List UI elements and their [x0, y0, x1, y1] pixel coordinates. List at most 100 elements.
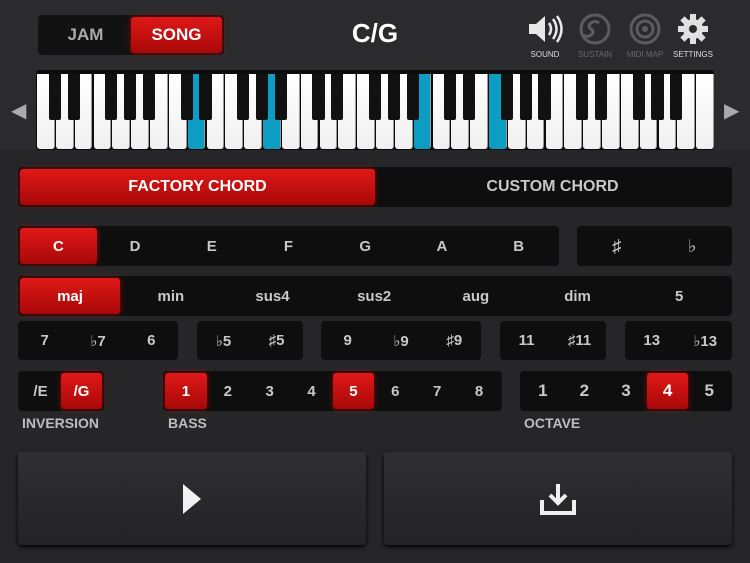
flat-button[interactable]: ♭ [655, 228, 731, 264]
song-tab[interactable]: SONG [131, 17, 222, 53]
black-key[interactable] [274, 74, 287, 120]
root-note-selector: C D E F G A B [18, 226, 559, 266]
black-key[interactable] [331, 74, 344, 120]
ext-9[interactable]: 9 [321, 321, 374, 360]
black-key[interactable] [105, 74, 118, 120]
save-chord-button[interactable] [384, 452, 732, 545]
mode-switch: JAM SONG [38, 15, 224, 55]
black-key[interactable] [124, 74, 137, 120]
chord-title: C/G [351, 18, 399, 48]
bass-5[interactable]: 5 [332, 373, 375, 409]
quality-maj[interactable]: maj [20, 278, 120, 314]
quality-5[interactable]: 5 [628, 278, 730, 314]
black-key[interactable] [519, 74, 532, 120]
sharp-button[interactable]: ♯ [579, 228, 655, 264]
custom-chord-tab[interactable]: CUSTOM CHORD [375, 169, 730, 205]
settings-button[interactable]: SETTINGS [663, 12, 723, 59]
ext-sharp5[interactable]: ♯5 [250, 321, 303, 360]
root-d[interactable]: D [97, 228, 174, 264]
root-e[interactable]: E [173, 228, 250, 264]
white-key[interactable] [696, 74, 714, 149]
black-key[interactable] [632, 74, 645, 120]
download-tray-icon [540, 483, 576, 515]
ext-11[interactable]: 11 [500, 321, 553, 360]
ext-flat13[interactable]: ♭13 [679, 321, 733, 360]
inversion-label: INVERSION [22, 415, 100, 431]
piano-keyboard[interactable] [36, 70, 714, 150]
extension-group-5: ♭5 ♯5 [197, 321, 303, 360]
black-key[interactable] [670, 74, 683, 120]
accidental-selector: ♯ ♭ [577, 226, 732, 266]
black-key[interactable] [594, 74, 608, 120]
black-key[interactable] [312, 74, 325, 120]
ext-13[interactable]: 13 [625, 321, 679, 360]
black-key[interactable] [142, 74, 156, 120]
black-key[interactable] [444, 74, 457, 120]
quality-sus4[interactable]: sus4 [222, 278, 324, 314]
root-a[interactable]: A [404, 228, 481, 264]
octave-4[interactable]: 4 [646, 373, 689, 409]
octave-1[interactable]: 1 [522, 373, 564, 409]
quality-dim[interactable]: dim [527, 278, 629, 314]
bass-1[interactable]: 1 [165, 373, 207, 409]
ext-7[interactable]: 7 [18, 321, 71, 360]
black-key[interactable] [406, 74, 419, 120]
black-key[interactable] [180, 74, 193, 120]
black-key[interactable] [500, 74, 513, 120]
factory-chord-tab[interactable]: FACTORY CHORD [20, 169, 375, 205]
quality-min[interactable]: min [120, 278, 222, 314]
root-b[interactable]: B [480, 228, 557, 264]
octave-2[interactable]: 2 [564, 373, 606, 409]
inversion-g[interactable]: /G [61, 373, 102, 409]
quality-aug[interactable]: aug [425, 278, 527, 314]
chevron-right-icon[interactable]: ▶ [724, 98, 739, 123]
extension-group-7: 7 ♭7 6 [18, 321, 178, 360]
black-key[interactable] [463, 74, 476, 120]
bass-2[interactable]: 2 [207, 373, 249, 409]
black-key[interactable] [387, 74, 400, 120]
inversion-e[interactable]: /E [20, 373, 61, 409]
black-key[interactable] [538, 74, 551, 120]
play-icon [183, 483, 201, 514]
black-key[interactable] [237, 74, 250, 120]
quality-sus2[interactable]: sus2 [323, 278, 425, 314]
chord-source-switch: FACTORY CHORD CUSTOM CHORD [18, 167, 732, 207]
black-key[interactable] [67, 74, 80, 120]
root-c[interactable]: C [20, 228, 97, 264]
bass-selector: 1 2 3 4 5 6 7 8 [163, 371, 502, 411]
extension-group-11: 11 ♯11 [500, 321, 606, 360]
octave-3[interactable]: 3 [605, 373, 647, 409]
root-f[interactable]: F [250, 228, 327, 264]
bass-4[interactable]: 4 [291, 373, 333, 409]
ext-flat7[interactable]: ♭7 [71, 321, 124, 360]
inversion-selector: /E /G [18, 371, 104, 411]
root-g[interactable]: G [327, 228, 404, 264]
black-key[interactable] [651, 74, 664, 120]
octave-label: OCTAVE [524, 415, 581, 431]
octave-5[interactable]: 5 [688, 373, 730, 409]
ext-sharp9[interactable]: ♯9 [428, 321, 481, 360]
bass-8[interactable]: 8 [458, 373, 500, 409]
black-key[interactable] [576, 74, 589, 120]
extension-group-13: 13 ♭13 [625, 321, 732, 360]
ext-6[interactable]: 6 [125, 321, 178, 360]
chevron-left-icon[interactable]: ◀ [11, 98, 26, 123]
bass-7[interactable]: 7 [416, 373, 458, 409]
ext-sharp11[interactable]: ♯11 [553, 321, 606, 360]
ext-flat5[interactable]: ♭5 [197, 321, 250, 360]
black-key[interactable] [48, 74, 61, 120]
black-key[interactable] [199, 74, 212, 120]
chord-quality-selector: maj min sus4 sus2 aug dim 5 [18, 276, 732, 316]
gear-icon [663, 12, 723, 46]
black-key[interactable] [255, 74, 269, 120]
top-bar: JAM SONG C/G SOUND SUSTAIN MIDI MAP SETT… [0, 0, 750, 150]
bass-6[interactable]: 6 [374, 373, 416, 409]
black-key[interactable] [368, 74, 382, 120]
jam-tab[interactable]: JAM [40, 17, 131, 53]
settings-label: SETTINGS [672, 50, 713, 59]
bass-3[interactable]: 3 [249, 373, 291, 409]
octave-selector: 1 2 3 4 5 [520, 371, 732, 411]
ext-flat9[interactable]: ♭9 [374, 321, 427, 360]
play-button[interactable] [18, 452, 366, 545]
extension-group-9: 9 ♭9 ♯9 [321, 321, 481, 360]
